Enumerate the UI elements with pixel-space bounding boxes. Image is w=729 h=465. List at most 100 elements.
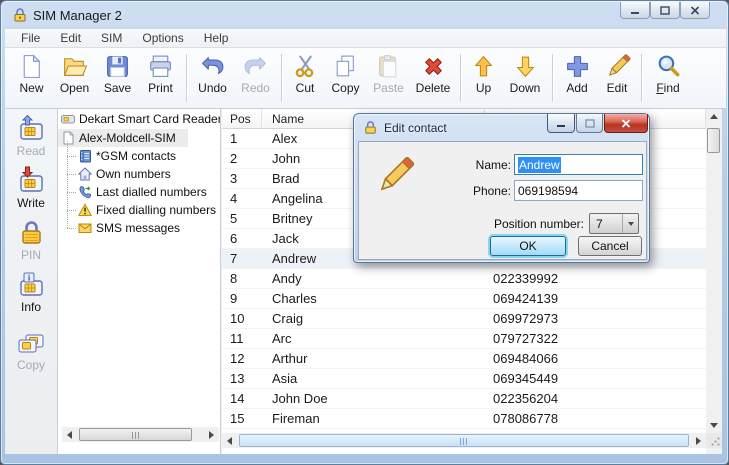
scroll-up-button[interactable] [706, 109, 721, 124]
table-row[interactable]: 13Asia069345449 [222, 369, 706, 389]
tree-item-fixed-dialling[interactable]: Fixed dialling numbers [58, 201, 220, 219]
close-icon [621, 119, 631, 128]
delete-button[interactable]: Delete [410, 51, 456, 105]
app-window: SIM Manager 2 File Edit SIM Options Help [0, 0, 729, 465]
resize-grip-icon[interactable] [711, 437, 720, 446]
table-row[interactable]: 11Arc079727322 [222, 329, 706, 349]
read-label: Read [17, 144, 46, 158]
print-label: Print [148, 81, 173, 95]
envelope-icon [78, 221, 92, 235]
table-row[interactable]: 12Arthur069484066 [222, 349, 706, 369]
save-button[interactable]: Save [96, 51, 139, 105]
magnifier-icon [655, 53, 682, 80]
copy-pages-icon [332, 53, 359, 80]
scroll-right-button[interactable] [691, 433, 706, 448]
table-horizontal-scrollbar[interactable] [222, 433, 706, 448]
tree-scrollbar-thumb[interactable] [79, 428, 192, 441]
pencil-icon [604, 53, 631, 80]
close-button[interactable] [680, 2, 710, 19]
pin-button[interactable]: PIN [6, 218, 56, 270]
copy-label: Copy [331, 81, 359, 95]
copy-sim-button[interactable]: Copy [6, 328, 56, 380]
copy-button[interactable]: Copy [324, 51, 367, 105]
close-icon [690, 6, 700, 15]
dialog-close-button[interactable] [604, 114, 648, 133]
read-button[interactable]: Read [6, 114, 56, 166]
scroll-right-button[interactable] [204, 427, 219, 442]
cancel-button[interactable]: Cancel [578, 236, 642, 256]
table-row[interactable]: 15Fireman078086778 [222, 409, 706, 429]
menu-help[interactable]: Help [194, 29, 239, 48]
right-arrow-icon [696, 437, 701, 445]
tree-label: Last dialled numbers [96, 185, 207, 199]
up-label: Up [476, 81, 491, 95]
table-row[interactable]: 14John Doe022356204 [222, 389, 706, 409]
maximize-icon [585, 119, 595, 128]
plus-icon [564, 53, 591, 80]
table-vertical-scrollbar[interactable] [706, 109, 722, 433]
dialog-maximize-button[interactable] [576, 114, 603, 133]
scroll-left-button[interactable] [222, 433, 237, 448]
up-arrow-icon [710, 114, 718, 119]
copy-label: Copy [17, 358, 45, 372]
thumb-grip [132, 432, 140, 439]
edit-button[interactable]: Edit [597, 51, 637, 105]
add-button[interactable]: Add [557, 51, 597, 105]
table-scrollbar-thumb[interactable] [239, 434, 689, 447]
tree-item-card-reader[interactable]: Dekart Smart Card Reader ( [58, 110, 220, 128]
name-field[interactable]: Andrew [514, 154, 643, 175]
menu-edit[interactable]: Edit [50, 29, 91, 48]
address-book-icon [78, 149, 92, 163]
delete-x-icon [420, 53, 447, 80]
tree-label: Fixed dialling numbers [96, 203, 216, 217]
scroll-left-button[interactable] [62, 427, 77, 442]
position-number-select[interactable]: 7 [589, 213, 639, 234]
down-button[interactable]: Down [502, 51, 548, 105]
minimize-button[interactable] [620, 2, 650, 19]
open-label: Open [60, 81, 89, 95]
position-number-value: 7 [590, 217, 622, 231]
scroll-down-button[interactable] [706, 418, 721, 433]
tree-item-own-numbers[interactable]: Own numbers [58, 165, 220, 183]
tree-children: *GSM contacts Own numbers Last dialled n… [58, 147, 220, 237]
table-row[interactable]: 10Craig069972973 [222, 309, 706, 329]
column-header-pos[interactable]: Pos [222, 109, 262, 128]
write-button[interactable]: Write [6, 166, 56, 218]
title-bar[interactable]: SIM Manager 2 [1, 1, 729, 29]
menu-sim[interactable]: SIM [91, 29, 132, 48]
tree-horizontal-scrollbar[interactable] [62, 427, 219, 442]
dialog-title-bar[interactable]: Edit contact [354, 114, 649, 141]
ok-button[interactable]: OK [490, 236, 566, 256]
tree-item-sms[interactable]: SMS messages [58, 219, 220, 237]
tree-item-sim[interactable]: Alex-Moldcell-SIM [58, 129, 188, 147]
redo-button[interactable]: Redo [234, 51, 277, 105]
cut-button[interactable]: Cut [286, 51, 324, 105]
tree-label: Alex-Moldcell-SIM [79, 131, 176, 145]
maximize-button[interactable] [650, 2, 680, 19]
menu-options[interactable]: Options [132, 29, 193, 48]
undo-button[interactable]: Undo [191, 51, 234, 105]
phone-field[interactable]: 069198594 [514, 180, 643, 201]
tree-item-last-dialled[interactable]: Last dialled numbers [58, 183, 220, 201]
new-button[interactable]: New [10, 51, 53, 105]
table-row[interactable]: 8Andy022339992 [222, 269, 706, 289]
dialog-minimize-button[interactable] [547, 114, 575, 133]
print-button[interactable]: Print [139, 51, 182, 105]
down-label: Down [510, 81, 541, 95]
tree-item-gsm-contacts[interactable]: *GSM contacts [58, 147, 220, 165]
combo-dropdown-button[interactable] [622, 214, 638, 233]
menu-file[interactable]: File [11, 29, 50, 48]
maximize-icon [660, 6, 670, 15]
undo-label: Undo [198, 81, 227, 95]
table-row[interactable]: 9Charles069424139 [222, 289, 706, 309]
minimize-icon [556, 119, 566, 128]
info-button[interactable]: i Info [6, 270, 56, 322]
up-button[interactable]: Up [465, 51, 502, 105]
home-icon [78, 167, 92, 181]
paste-button[interactable]: Paste [367, 51, 410, 105]
find-button[interactable]: Find [646, 51, 690, 105]
table-vscrollbar-thumb[interactable] [707, 128, 720, 153]
thumb-grip [460, 438, 468, 445]
scissors-icon [292, 53, 319, 80]
open-button[interactable]: Open [53, 51, 96, 105]
